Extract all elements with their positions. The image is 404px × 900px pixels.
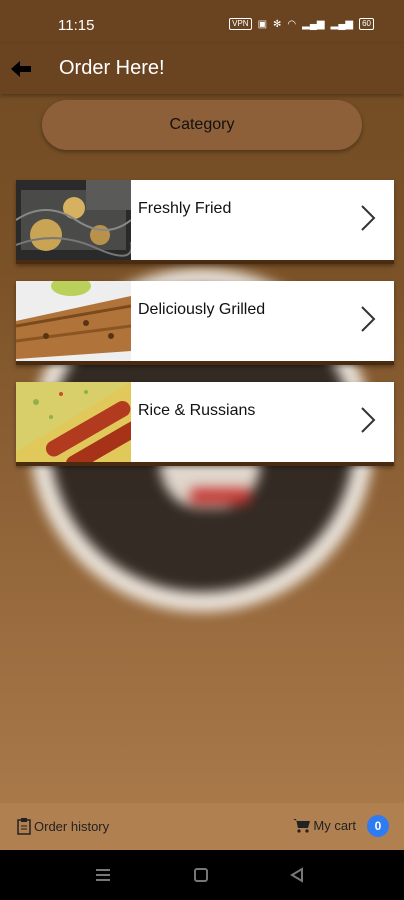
nfc-icon: ▣: [257, 18, 268, 30]
wifi-icon: ◠: [287, 18, 297, 30]
category-label: Freshly Fried: [138, 200, 232, 217]
back-triangle-icon[interactable]: [288, 866, 306, 884]
grilled-fish-photo: [16, 281, 131, 361]
signal-icon-2: ▂▄▆: [330, 18, 354, 30]
chevron-right-icon: [361, 205, 376, 231]
category-card-deliciously-grilled[interactable]: Deliciously Grilled: [16, 281, 394, 365]
status-icons: VPN ▣ ✻ ◠ ▂▄▆ ▂▄▆ 60: [229, 18, 374, 30]
order-history-label: Order history: [34, 818, 110, 834]
system-nav-bar: [0, 850, 404, 900]
cart-count-badge: 0: [367, 815, 389, 837]
bottom-bar: Order history My cart 0: [0, 803, 404, 850]
page-title: Order Here!: [59, 57, 165, 79]
chevron-right-icon: [361, 407, 376, 433]
cart-icon: [293, 819, 311, 833]
category-button-label: Category: [169, 116, 235, 133]
category-button[interactable]: Category: [42, 100, 362, 150]
status-time: 11:15: [58, 17, 95, 34]
home-icon[interactable]: [192, 866, 210, 884]
order-history-button[interactable]: Order history: [16, 817, 109, 835]
category-label: Rice & Russians: [138, 402, 256, 419]
app-bar: Order Here!: [0, 44, 404, 94]
battery-icon: 60: [359, 18, 374, 30]
status-bar: 11:15 VPN ▣ ✻ ◠ ▂▄▆ ▂▄▆ 60: [0, 0, 404, 44]
category-label: Deliciously Grilled: [138, 301, 266, 318]
chevron-right-icon: [361, 306, 376, 332]
clipboard-icon: [17, 818, 31, 835]
fryer-food-photo: [16, 180, 131, 260]
vpn-icon: VPN: [229, 18, 252, 30]
my-cart-button[interactable]: My cart: [293, 817, 356, 833]
my-cart-label: My cart: [313, 817, 356, 833]
category-card-rice-russians[interactable]: Rice & Russians: [16, 382, 394, 466]
rice-sausage-photo: [16, 382, 131, 462]
bluetooth-icon: ✻: [273, 18, 282, 30]
signal-icon: ▂▄▆: [302, 18, 325, 30]
category-card-freshly-fried[interactable]: Freshly Fried: [16, 180, 394, 264]
menu-icon[interactable]: [94, 866, 112, 884]
back-arrow-icon[interactable]: [8, 56, 34, 82]
